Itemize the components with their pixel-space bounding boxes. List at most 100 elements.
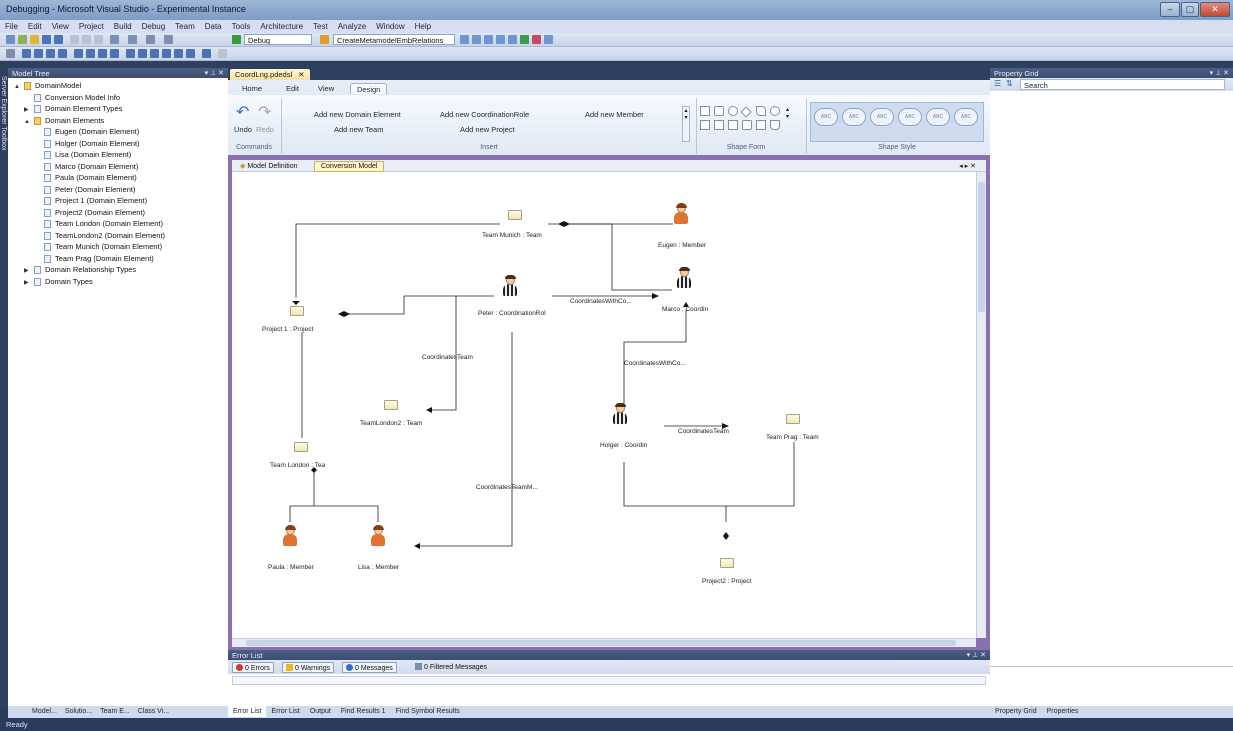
tree-item[interactable]: Lisa (Domain Element) bbox=[34, 149, 131, 161]
uncomment-icon[interactable] bbox=[138, 49, 147, 58]
tree-item[interactable]: Team London (Domain Element) bbox=[34, 218, 163, 230]
node-project2[interactable]: Project2 : Project bbox=[702, 578, 752, 585]
member-icon[interactable] bbox=[282, 525, 298, 546]
menu-debug[interactable]: Debug bbox=[137, 20, 171, 31]
connector-peter-project1[interactable] bbox=[344, 295, 494, 315]
shape-rounded-icon[interactable] bbox=[714, 106, 724, 116]
menu-project[interactable]: Project bbox=[74, 20, 109, 31]
menu-tools[interactable]: Tools bbox=[227, 20, 256, 31]
tree-item[interactable]: Team Prag (Domain Element) bbox=[34, 253, 154, 265]
menu-test[interactable]: Test bbox=[308, 20, 333, 31]
menu-window[interactable]: Window bbox=[371, 20, 409, 31]
menu-edit[interactable]: Edit bbox=[23, 20, 47, 31]
menu-build[interactable]: Build bbox=[109, 20, 137, 31]
edge-label-coordinates-team-2[interactable]: CoordinatesTeam bbox=[678, 428, 729, 435]
node-project1[interactable]: Project 1 : Project bbox=[262, 326, 313, 333]
style-chip-2[interactable]: ABC bbox=[842, 108, 866, 126]
shape-cup-icon[interactable] bbox=[770, 120, 780, 130]
connector-holger-project2[interactable] bbox=[623, 462, 726, 507]
tab-property-grid[interactable]: Property Grid bbox=[990, 706, 1042, 717]
shape-gallery-scroll[interactable]: ▴ ▾ bbox=[786, 106, 792, 142]
pin-icon[interactable]: ▾ ⊥ ✕ bbox=[1210, 69, 1229, 77]
tree-item[interactable]: Eugen (Domain Element) bbox=[34, 126, 139, 138]
designer-nav-icons[interactable]: ◂ ▸ ✕ bbox=[953, 161, 982, 172]
bookmark-icon[interactable] bbox=[74, 49, 83, 58]
connector-peter-tl2[interactable] bbox=[432, 296, 457, 411]
undo-icon[interactable] bbox=[110, 35, 119, 44]
redo-button[interactable]: Redo bbox=[256, 125, 274, 134]
undo-button[interactable]: Undo bbox=[234, 125, 252, 134]
bookmark-clear-icon[interactable] bbox=[110, 49, 119, 58]
navigate-forward-icon[interactable] bbox=[164, 35, 173, 44]
tree-item[interactable]: Marco (Domain Element) bbox=[34, 161, 138, 173]
indent-icon[interactable] bbox=[150, 49, 159, 58]
tool-f-icon[interactable] bbox=[520, 35, 529, 44]
tree-item[interactable]: ▲ DomainModel bbox=[14, 80, 81, 92]
node-holger[interactable]: Holger : Coordin bbox=[600, 442, 647, 449]
undo-icon[interactable]: ↶ bbox=[236, 102, 249, 122]
ribbon-tab-view[interactable]: View bbox=[312, 83, 340, 94]
connector-prag-project2[interactable] bbox=[725, 442, 795, 522]
insert-gallery-scroll[interactable]: ▴ ▾ bbox=[682, 106, 690, 142]
shape-square-3-icon[interactable] bbox=[728, 120, 738, 130]
find-icon[interactable] bbox=[320, 35, 329, 44]
horizontal-scroll-thumb[interactable] bbox=[246, 640, 956, 646]
tree-item[interactable]: Project2 (Domain Element) bbox=[34, 207, 145, 219]
tab-find-symbol-results[interactable]: Find Symbol Results bbox=[391, 706, 465, 717]
menu-file[interactable]: File bbox=[0, 20, 23, 31]
tool-d-icon[interactable] bbox=[496, 35, 505, 44]
ribbon-tab-design[interactable]: Design bbox=[350, 83, 388, 94]
align-left-icon[interactable] bbox=[22, 49, 31, 58]
close-button[interactable]: ✕ bbox=[1200, 2, 1230, 17]
shape-circle-icon[interactable] bbox=[770, 106, 780, 116]
comment-icon[interactable] bbox=[126, 49, 135, 58]
copy-icon[interactable] bbox=[82, 35, 91, 44]
tree-item[interactable]: ▶ Domain Relationship Types bbox=[24, 264, 136, 276]
shape-square-icon[interactable] bbox=[700, 120, 710, 130]
project1-icon[interactable] bbox=[290, 306, 304, 316]
menu-team[interactable]: Team bbox=[170, 20, 200, 31]
node-marco[interactable]: Marco : Coordin bbox=[662, 306, 708, 313]
expander-icon[interactable]: ▲ bbox=[14, 82, 22, 93]
connector-munich-marco[interactable] bbox=[548, 223, 672, 291]
tab-conversion-model[interactable]: Conversion Model bbox=[314, 161, 385, 172]
add-item-icon[interactable] bbox=[18, 35, 27, 44]
member-icon[interactable] bbox=[370, 525, 386, 546]
shape-rectangle-icon[interactable] bbox=[700, 106, 710, 116]
pin-icon[interactable]: ▾ ⊥ ✕ bbox=[205, 69, 224, 77]
add-project-button[interactable]: Add new Project bbox=[460, 125, 515, 134]
menu-data[interactable]: Data bbox=[200, 20, 227, 31]
tab-find-results[interactable]: Find Results 1 bbox=[336, 706, 391, 717]
menu-architecture[interactable]: Architecture bbox=[255, 20, 308, 31]
solution-config-select[interactable]: Debug bbox=[244, 34, 312, 45]
expander-icon[interactable]: ▲ bbox=[24, 117, 32, 128]
redo-icon[interactable] bbox=[128, 35, 137, 44]
connector-holger-marco[interactable] bbox=[623, 310, 687, 404]
new-project-icon[interactable] bbox=[6, 35, 15, 44]
tab-class-view[interactable]: Class Vi... bbox=[134, 706, 173, 717]
connector-peter-lisa[interactable] bbox=[420, 332, 513, 547]
left-side-tabs[interactable]: Server Explorer Toolbox bbox=[0, 68, 8, 708]
menu-view[interactable]: View bbox=[47, 20, 74, 31]
navigate-back-icon[interactable] bbox=[146, 35, 155, 44]
tool-b-icon[interactable] bbox=[472, 35, 481, 44]
style-chip-3[interactable]: ABC bbox=[870, 108, 894, 126]
coordinator-icon[interactable] bbox=[502, 275, 518, 296]
errors-filter-button[interactable]: 0 Errors bbox=[232, 662, 274, 673]
ribbon-tab-edit[interactable]: Edit bbox=[280, 83, 305, 94]
maximize-button[interactable]: ▢ bbox=[1181, 2, 1199, 17]
tree-item[interactable]: ▶ Domain Types bbox=[24, 276, 93, 288]
toolbar-options-icon[interactable] bbox=[218, 49, 227, 58]
shape-square-5-icon[interactable] bbox=[756, 120, 766, 130]
alphabetical-icon[interactable]: ⇅ bbox=[1006, 79, 1013, 88]
team-prag-icon[interactable] bbox=[786, 414, 800, 424]
connector-munich-project1[interactable] bbox=[295, 223, 500, 298]
edge-label-coordinates-with-2[interactable]: CoordinatesWithCo... bbox=[624, 360, 686, 367]
shape-square-4-icon[interactable] bbox=[742, 120, 752, 130]
open-icon[interactable] bbox=[30, 35, 39, 44]
node-teamlondon2[interactable]: TeamLondon2 : Team bbox=[360, 420, 422, 427]
pin-icon[interactable]: ▾ ⊥ ✕ bbox=[967, 651, 986, 659]
close-tab-icon[interactable]: ✕ bbox=[298, 70, 304, 79]
categorized-icon[interactable]: ☰ bbox=[994, 79, 1001, 88]
connector-london-lisa[interactable] bbox=[314, 505, 379, 522]
